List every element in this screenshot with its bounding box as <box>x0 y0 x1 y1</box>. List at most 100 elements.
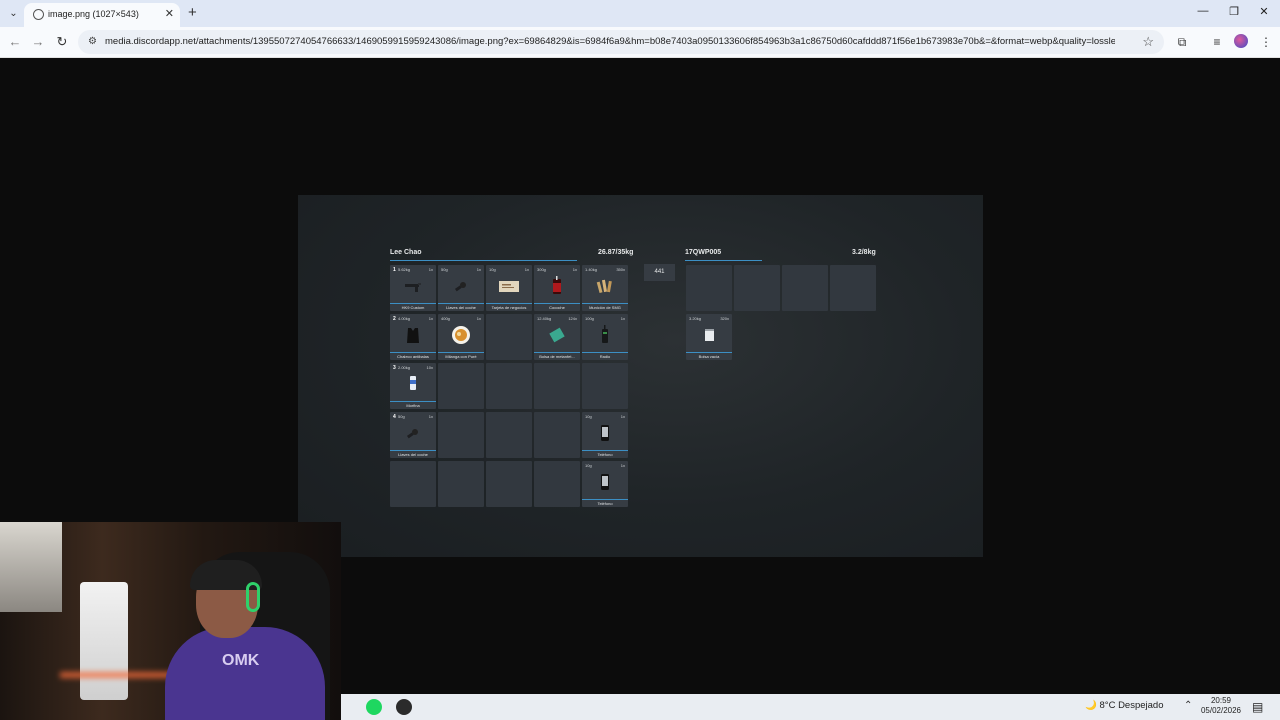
close-window-button[interactable]: ✕ <box>1254 5 1274 18</box>
inventory-slot[interactable]: 1 5.62kg 1x HK9 Custom <box>390 265 436 311</box>
forward-button[interactable]: → <box>30 34 46 49</box>
inventory-slot[interactable]: 100g 1x Radio <box>582 314 628 360</box>
tab-search-dropdown-icon[interactable]: ⌄ <box>6 6 21 21</box>
item-weight: 100g <box>585 316 594 321</box>
site-info-icon[interactable]: ⚙ <box>88 36 97 47</box>
inventory-slot[interactable]: 1.40kg 350x Munición de SMG <box>582 265 628 311</box>
inventory-slot[interactable] <box>438 461 484 507</box>
item-durability-bar <box>438 352 484 353</box>
media-control-icon[interactable]: ≡ <box>1209 35 1225 49</box>
item-count: 320x <box>720 316 729 321</box>
item-label: Teléfono <box>597 452 613 457</box>
meth-bag-icon <box>547 325 567 345</box>
inventory-slot[interactable] <box>686 265 732 311</box>
item-count: 1x <box>428 267 433 272</box>
item-count: 1x <box>428 316 433 321</box>
inventory-slot[interactable]: 12.40kg 124x Bolsa de metanfet... <box>534 314 580 360</box>
weather-widget[interactable]: 🌙 8°C Despejado <box>1085 700 1164 711</box>
item-weight: 10g <box>585 414 592 419</box>
menu-icon[interactable]: ⋮ <box>1258 35 1274 49</box>
inventory-slot[interactable] <box>830 265 876 311</box>
player-weight-bar <box>390 260 577 261</box>
hotbar-number: 4 <box>393 414 396 420</box>
inventory-slot[interactable] <box>534 363 580 409</box>
inventory-slot[interactable] <box>782 265 828 311</box>
inventory-slot[interactable]: 400g 1x Milanga con Puré <box>438 314 484 360</box>
amount-input[interactable]: 441 <box>644 264 675 281</box>
back-button[interactable]: ← <box>7 34 23 49</box>
item-weight: 4.00kg <box>398 316 411 321</box>
phone-icon <box>595 472 615 492</box>
hotbar-number: 3 <box>393 365 396 371</box>
item-weight: 10g <box>489 267 496 272</box>
restore-button[interactable]: ❐ <box>1224 5 1244 18</box>
item-count: 1x <box>476 316 481 321</box>
inventory-slot[interactable] <box>486 412 532 458</box>
reload-button[interactable]: ↻ <box>54 34 70 50</box>
tray-chevron-icon[interactable]: ⌃ <box>1184 700 1192 711</box>
close-tab-icon[interactable]: ✕ <box>165 7 174 20</box>
address-bar[interactable]: ⚙ media.discordapp.net/attachments/13955… <box>78 30 1164 54</box>
url-text[interactable]: media.discordapp.net/attachments/1395507… <box>105 36 1115 47</box>
item-weight: 1.40kg <box>585 267 598 272</box>
item-durability-bar <box>534 352 580 353</box>
inventory-slot[interactable]: 10g 1x Teléfono <box>582 412 628 458</box>
notification-icon[interactable]: ▤ <box>1252 700 1263 714</box>
minimize-button[interactable]: — <box>1193 5 1213 17</box>
browser-tab[interactable]: image.png (1027×543) ✕ <box>24 3 180 27</box>
item-label: Tarjeta de negocios <box>491 305 527 310</box>
inventory-slot[interactable]: 3 2.00kg 10x Morfina <box>390 363 436 409</box>
item-weight: 5.62kg <box>398 267 411 272</box>
inventory-slot[interactable] <box>486 314 532 360</box>
player-name: Lee Chao <box>390 249 422 256</box>
inventory-slot[interactable]: 4 50g 1x Llaves del coche <box>390 412 436 458</box>
item-count: 350x <box>616 267 625 272</box>
inventory-slot[interactable] <box>734 265 780 311</box>
hotbar-number: 1 <box>393 267 396 273</box>
inventory-slot[interactable] <box>534 412 580 458</box>
item-label: Cocoche <box>549 305 565 310</box>
inventory-slot[interactable] <box>486 461 532 507</box>
item-weight: 50g <box>441 267 448 272</box>
clock[interactable]: 20:59 05/02/2026 <box>1196 696 1246 716</box>
inventory-slot[interactable]: 50g 1x Llaves del coche <box>438 265 484 311</box>
inventory-slot[interactable] <box>438 363 484 409</box>
item-count: 1x <box>428 414 433 419</box>
hotbar-number: 2 <box>393 316 396 322</box>
time: 20:59 <box>1210 696 1232 705</box>
item-label: Morfina <box>406 403 420 408</box>
date: 05/02/2026 <box>1200 706 1242 715</box>
inventory-slot[interactable] <box>534 461 580 507</box>
extensions-icon[interactable]: ⧉ <box>1174 35 1190 50</box>
item-label: Bolsa de metanfet... <box>539 354 575 359</box>
inventory-slot[interactable]: 10g 1x Tarjeta de negocios <box>486 265 532 311</box>
drink-icon <box>547 276 567 296</box>
vest-icon <box>403 325 423 345</box>
item-label: Llaves del coche <box>446 305 476 310</box>
profile-avatar[interactable] <box>1234 34 1248 48</box>
bookmark-star-icon[interactable]: ☆ <box>1142 34 1154 50</box>
item-weight: 2.00kg <box>398 365 411 370</box>
item-count: 10x <box>426 365 433 370</box>
inventory-slot[interactable]: 2 4.00kg 1x Chaleco antibalas <box>390 314 436 360</box>
shirt-text: OMK <box>222 652 260 669</box>
inventory-slot[interactable] <box>438 412 484 458</box>
new-tab-button[interactable]: + <box>188 4 197 21</box>
webcam-overlay: OMK <box>0 522 341 720</box>
obs-icon[interactable] <box>396 699 412 715</box>
spotify-icon[interactable] <box>366 699 382 715</box>
food-icon <box>451 325 471 345</box>
inventory-slot[interactable] <box>582 363 628 409</box>
item-label: Bolsa vacía <box>698 354 720 359</box>
item-durability-bar <box>486 303 532 304</box>
item-durability-bar <box>534 303 580 304</box>
inventory-slot[interactable]: 300g 1x Cocoche <box>534 265 580 311</box>
inventory-slot[interactable] <box>390 461 436 507</box>
inventory-slot[interactable]: 3.20kg 320x Bolsa vacía <box>686 314 732 360</box>
inventory-slot[interactable]: 10g 1x Teléfono <box>582 461 628 507</box>
item-label: HK9 Custom <box>401 305 425 310</box>
inventory-slot[interactable] <box>486 363 532 409</box>
item-label: Munición de SMG <box>589 305 621 310</box>
item-count: 1x <box>524 267 529 272</box>
heater <box>80 582 128 700</box>
